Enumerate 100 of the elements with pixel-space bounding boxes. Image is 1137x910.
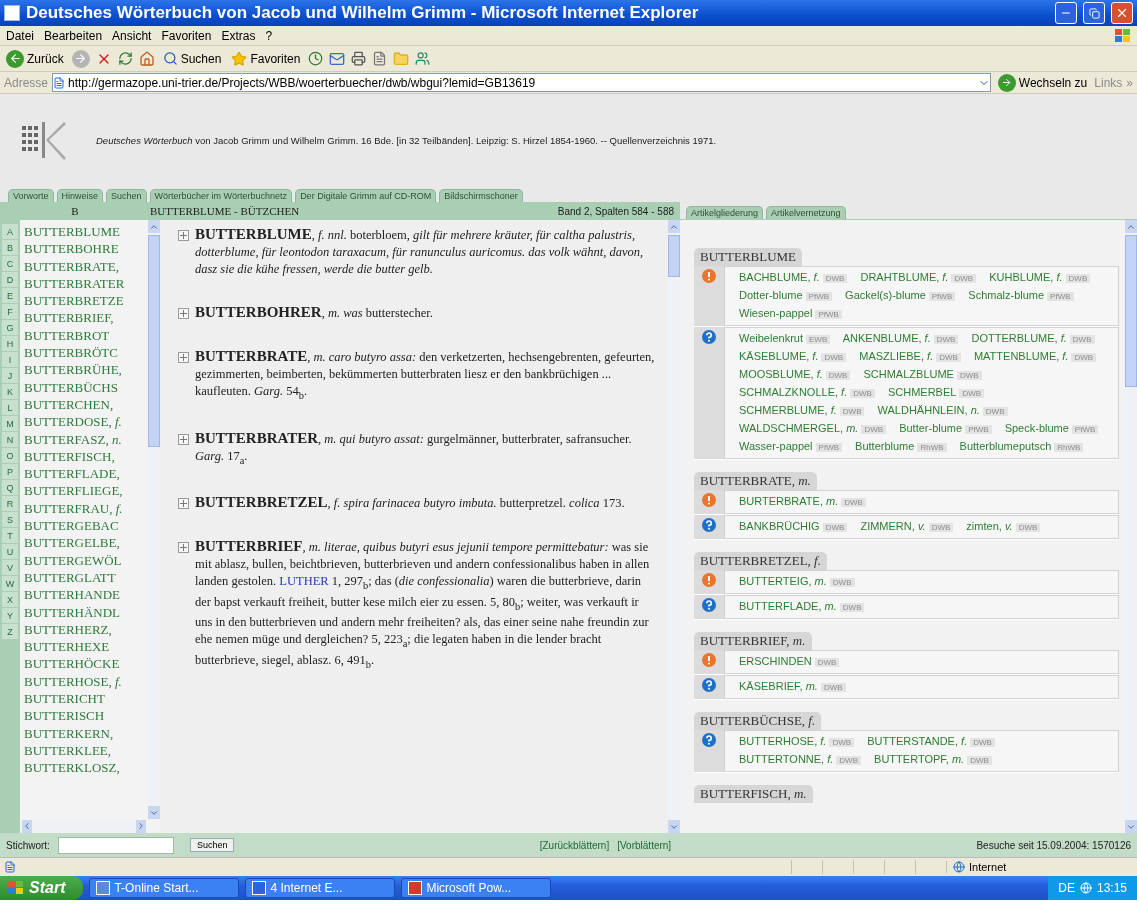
letter-link[interactable]: W — [2, 576, 18, 591]
lemma-link[interactable]: BUTTERKLOSZ, — [24, 759, 148, 777]
lemma-link[interactable]: BUTTERBRIEF, — [24, 309, 148, 327]
history-icon[interactable] — [308, 51, 324, 66]
letter-link[interactable]: T — [2, 528, 18, 543]
letter-link[interactable]: M — [2, 416, 18, 431]
source-tag[interactable]: DWB — [836, 756, 861, 765]
letter-link[interactable]: C — [2, 256, 18, 271]
word-link[interactable]: BUTTERTONNE, f. — [739, 753, 834, 765]
word-link[interactable]: MASZLIEBE, f. — [859, 350, 934, 362]
word-link[interactable]: KÄSEBLUME, f. — [739, 350, 819, 362]
source-tag[interactable]: PfWB — [965, 425, 992, 434]
refresh-icon[interactable] — [117, 51, 133, 66]
source-tag[interactable]: DWB — [839, 603, 865, 612]
word-link[interactable]: ERSCHINDEN — [739, 655, 812, 667]
letter-link[interactable]: K — [2, 384, 18, 399]
lemma-link[interactable]: BUTTERISCH — [24, 707, 148, 725]
lemma-link[interactable]: BUTTERBRÜHE, — [24, 361, 148, 379]
expand-icon[interactable] — [178, 542, 189, 553]
source-tag[interactable]: EWB — [806, 335, 831, 344]
lemma-link[interactable]: BUTTERHERZ, — [24, 620, 148, 639]
close-button[interactable] — [1111, 2, 1133, 24]
source-tag[interactable]: PfWB — [815, 443, 843, 452]
source-tag[interactable]: DWB — [841, 498, 866, 507]
expand-icon[interactable] — [178, 230, 189, 241]
word-link[interactable]: KUHBLUME, f. — [989, 271, 1063, 283]
language-indicator[interactable]: DE — [1058, 881, 1075, 895]
source-tag[interactable]: DWB — [820, 683, 846, 692]
word-link[interactable]: SCHMERBEL — [887, 386, 957, 398]
source-tag[interactable]: DWB — [967, 756, 992, 765]
lemma-link[interactable]: BUTTERFRAU, f. — [24, 499, 148, 518]
word-link[interactable]: KÄSEBRIEF, m. — [739, 680, 818, 692]
word-link[interactable]: BURTERBRATE, m. — [739, 495, 839, 507]
lemma-link[interactable]: BUTTERKLEE, — [24, 741, 148, 760]
lemma-link[interactable]: BUTTERHEXE — [24, 638, 148, 656]
letter-link[interactable]: Z — [2, 624, 18, 639]
letter-link[interactable]: Y — [2, 608, 18, 623]
word-link[interactable]: MATTENBLUME, f. — [973, 350, 1069, 362]
back-button[interactable]: Zurück — [4, 49, 66, 68]
lemma-link[interactable]: BUTTERDOSE, f. — [24, 413, 148, 431]
lemma-link[interactable]: BUTTERBRÖTC — [24, 344, 148, 362]
folder-icon[interactable] — [393, 50, 410, 67]
lemma-link[interactable]: BUTTERCHEN, — [24, 395, 148, 414]
letter-link[interactable]: S — [2, 512, 18, 527]
next-link[interactable]: [Vorblättern] — [617, 839, 672, 851]
lemma-link[interactable]: BUTTERGEWÖL — [24, 551, 148, 569]
word-link[interactable]: BANKBRÜCHIG — [739, 520, 820, 532]
menu-item[interactable]: Ansicht — [112, 28, 152, 43]
letter-link[interactable]: R — [2, 496, 18, 511]
lemma-link[interactable]: BUTTERFLADE, — [24, 465, 148, 483]
word-link[interactable]: BUTTERTOPF, m. — [874, 753, 965, 765]
word-link[interactable]: BUTTERSTANDE, f. — [867, 735, 968, 747]
expand-icon[interactable] — [178, 433, 189, 445]
source-tag[interactable]: DWB — [936, 353, 961, 362]
word-link[interactable]: ZIMMERN, v. — [860, 520, 926, 532]
source-tag[interactable]: DWB — [951, 274, 977, 283]
menu-item[interactable]: Extras — [221, 28, 256, 43]
author-link[interactable]: LUTHER — [279, 574, 329, 588]
lemma-link[interactable]: BUTTERFLIEGE, — [24, 482, 148, 500]
expand-icon[interactable] — [178, 308, 189, 319]
minimize-button[interactable] — [1055, 2, 1077, 24]
menu-item[interactable]: Favoriten — [161, 28, 212, 43]
source-tag[interactable]: DWB — [1069, 335, 1095, 344]
letter-link[interactable]: A — [2, 224, 18, 239]
word-link[interactable]: Butter-blume — [899, 422, 963, 434]
nav-tab[interactable]: Bildschirmschoner — [439, 189, 523, 202]
source-tag[interactable]: DWB — [829, 738, 855, 747]
letter-link[interactable]: G — [2, 320, 18, 335]
mail-icon[interactable] — [329, 50, 346, 67]
nav-tab[interactable]: Wörterbücher im Wörterbuchnetz — [149, 189, 293, 202]
word-link[interactable]: Wiesen-pappel — [739, 307, 813, 319]
keyword-field[interactable] — [57, 836, 174, 854]
word-link[interactable]: zimten, v. — [966, 520, 1013, 532]
word-link[interactable]: Weibelenkrut — [739, 332, 803, 344]
scrollbar[interactable] — [1125, 220, 1137, 833]
source-tag[interactable]: DWB — [814, 658, 840, 667]
letter-link[interactable]: D — [2, 272, 18, 287]
scrollbar[interactable] — [668, 220, 680, 833]
word-link[interactable]: BUTTERFLADE, m. — [739, 600, 837, 612]
more-links[interactable]: » — [1126, 75, 1133, 90]
menu-item[interactable]: ? — [265, 28, 273, 43]
word-link[interactable]: Gackel(s)-blume — [845, 289, 926, 301]
word-link[interactable]: WALDSCHMERGEL, m. — [739, 422, 859, 434]
lemma-link[interactable]: BUTTERGEBAC — [24, 517, 148, 535]
expand-icon[interactable] — [178, 352, 189, 363]
letter-link[interactable]: B — [2, 240, 18, 255]
scroll-thumb[interactable] — [1125, 235, 1137, 387]
word-link[interactable]: ANKENBLUME, f. — [842, 332, 931, 344]
lemma-link[interactable]: BUTTERBROT — [24, 326, 148, 345]
word-link[interactable]: Wasser-pappel — [739, 440, 813, 452]
word-link[interactable]: Dotter-blume — [739, 289, 803, 301]
taskbar-button[interactable]: T-Online Start... — [89, 878, 240, 898]
expand-icon[interactable] — [178, 498, 189, 509]
source-tag[interactable]: DWB — [829, 578, 855, 587]
source-tag[interactable]: DWB — [970, 738, 995, 747]
source-tag[interactable]: RhWB — [1054, 443, 1084, 452]
article-tab[interactable]: Artikelgliederung — [686, 206, 764, 219]
scrollbar[interactable] — [148, 220, 160, 819]
letter-link[interactable]: I — [2, 352, 18, 367]
scroll-thumb[interactable] — [148, 235, 160, 447]
